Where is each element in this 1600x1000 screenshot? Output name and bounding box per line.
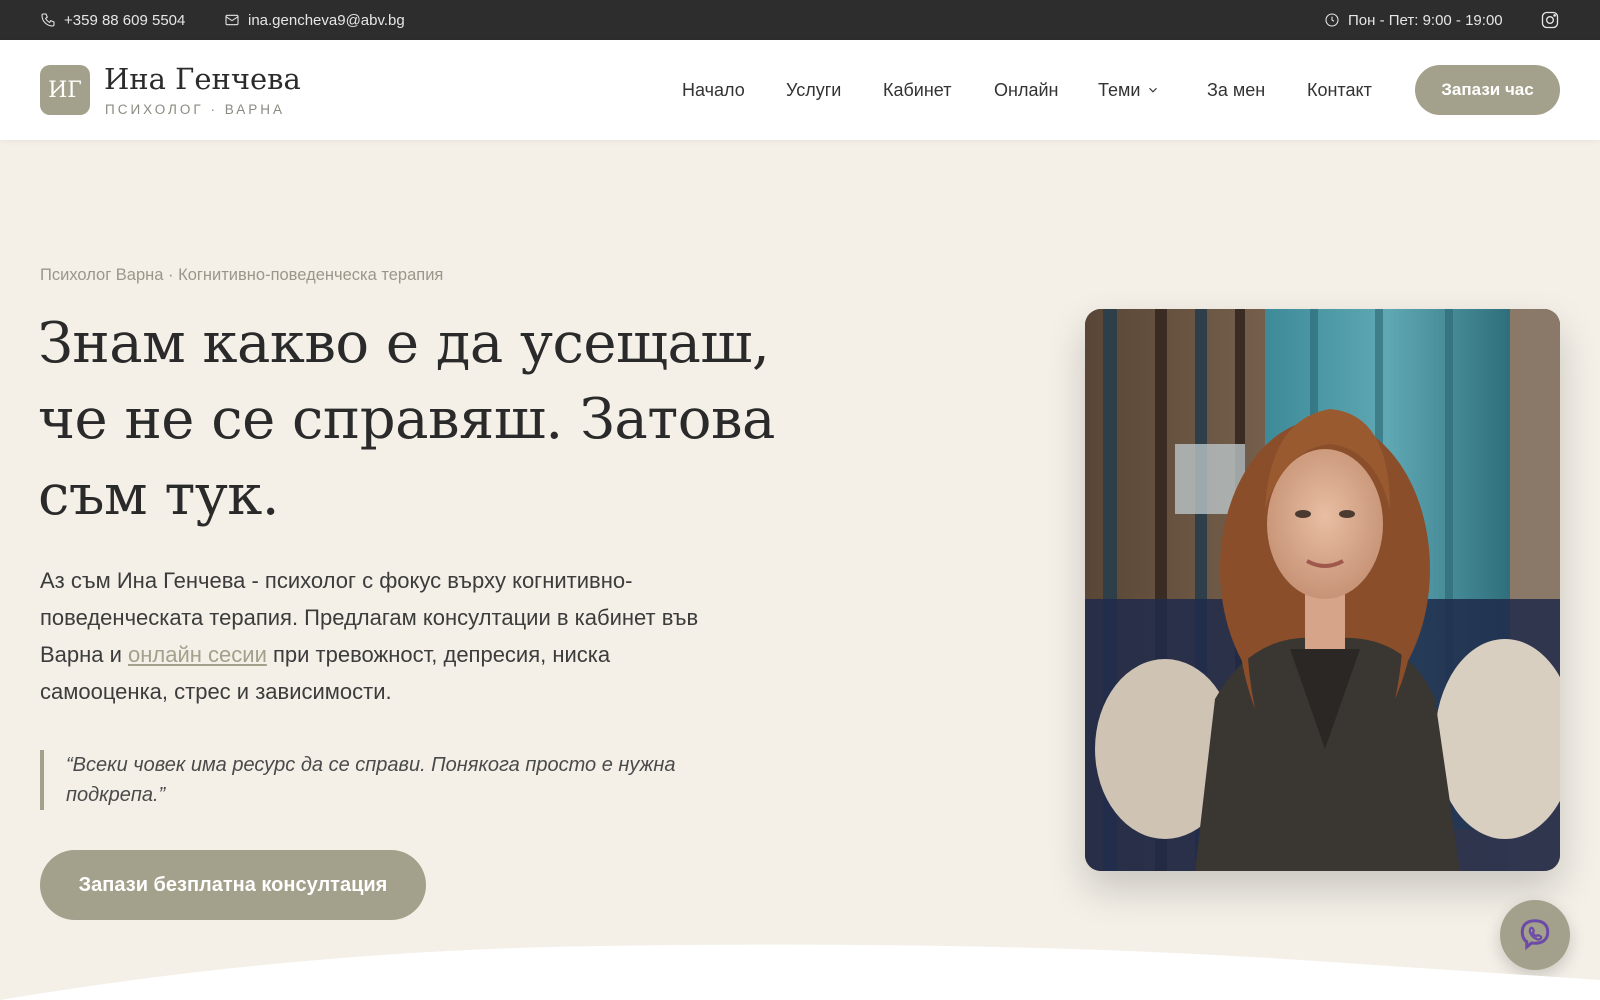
book-appointment-button[interactable]: Запази час [1415, 65, 1560, 115]
instagram-icon [1541, 11, 1559, 29]
hero-description-line: Аз съм Ина Генчева - психолог с фокус въ… [40, 568, 633, 593]
nav-link-home[interactable]: Начало [682, 40, 745, 140]
bottom-wave-divider [0, 944, 1600, 1000]
nav-dropdown-topics-label: Теми [1098, 79, 1141, 100]
logo-subtitle: ПСИХОЛОГ · ВАРНА [105, 102, 286, 117]
hero-title-line: че не се справяш. Затова [38, 387, 775, 452]
online-sessions-link[interactable]: онлайн сесии [128, 642, 267, 667]
topbar-hours: Пон - Пет: 9:00 - 19:00 [1324, 0, 1503, 40]
hero-quote-line: “Всеки човек има ресурс да се справи. По… [66, 754, 676, 776]
phone-icon [41, 13, 55, 27]
nav-link-services[interactable]: Услуги [786, 40, 841, 140]
topbar-hours-text: Пон - Пет: 9:00 - 19:00 [1348, 11, 1503, 29]
hero-quote-line: подкрепа.” [66, 784, 166, 806]
nav-dropdown-topics[interactable]: Теми [1098, 40, 1160, 140]
topbar-phone-link[interactable]: +359 88 609 5504 [40, 0, 185, 40]
hero-title-line: съм тук. [38, 463, 280, 528]
hero-title-line: Знам какво е да усещаш, [38, 311, 770, 376]
nav-link-online[interactable]: Онлайн [994, 40, 1058, 140]
hero-eyebrow: Психолог Варна · Когнитивно-поведенческа… [40, 266, 444, 284]
mail-icon [225, 14, 239, 26]
nav-link-about[interactable]: За мен [1207, 40, 1265, 140]
chevron-down-icon [1149, 87, 1158, 93]
hero-description-line: самооценка, стрес и зависимости. [40, 679, 392, 704]
site-header: ИГ Ина Генчева ПСИХОЛОГ · ВАРНА Начало У… [0, 40, 1600, 140]
instagram-link[interactable] [1540, 0, 1560, 40]
topbar-phone-text: +359 88 609 5504 [64, 11, 186, 29]
hero-description-line: Варна и онлайн сесии при тревожност, деп… [40, 636, 780, 673]
hero-description: Аз съм Ина Генчева - психолог с фокус въ… [40, 562, 780, 710]
top-bar: +359 88 609 5504 ina.gencheva9@abv.bg По… [0, 0, 1600, 40]
hero-text-segment: Варна и [40, 642, 129, 667]
portrait-photo [1085, 309, 1560, 871]
logo-mark[interactable]: ИГ [40, 65, 90, 115]
clock-icon [1325, 13, 1339, 27]
nav-link-office[interactable]: Кабинет [883, 40, 951, 140]
free-consultation-button[interactable]: Запази безплатна консултация [40, 850, 426, 920]
hero-description-line: поведенческата терапия. Предлагам консул… [40, 605, 699, 630]
topbar-email-link[interactable]: ina.gencheva9@abv.bg [224, 0, 405, 40]
nav-link-contact[interactable]: Контакт [1307, 40, 1372, 140]
hero-quote: “Всеки човек има ресурс да се справи. По… [40, 750, 740, 810]
hero-title: Знам какво е да усещаш, че не се справяш… [38, 306, 798, 534]
hero-text-segment: при тревожност, депресия, ниска [266, 642, 611, 667]
topbar-email-text: ina.gencheva9@abv.bg [248, 11, 405, 29]
logo-name[interactable]: Ина Генчева [104, 62, 301, 96]
